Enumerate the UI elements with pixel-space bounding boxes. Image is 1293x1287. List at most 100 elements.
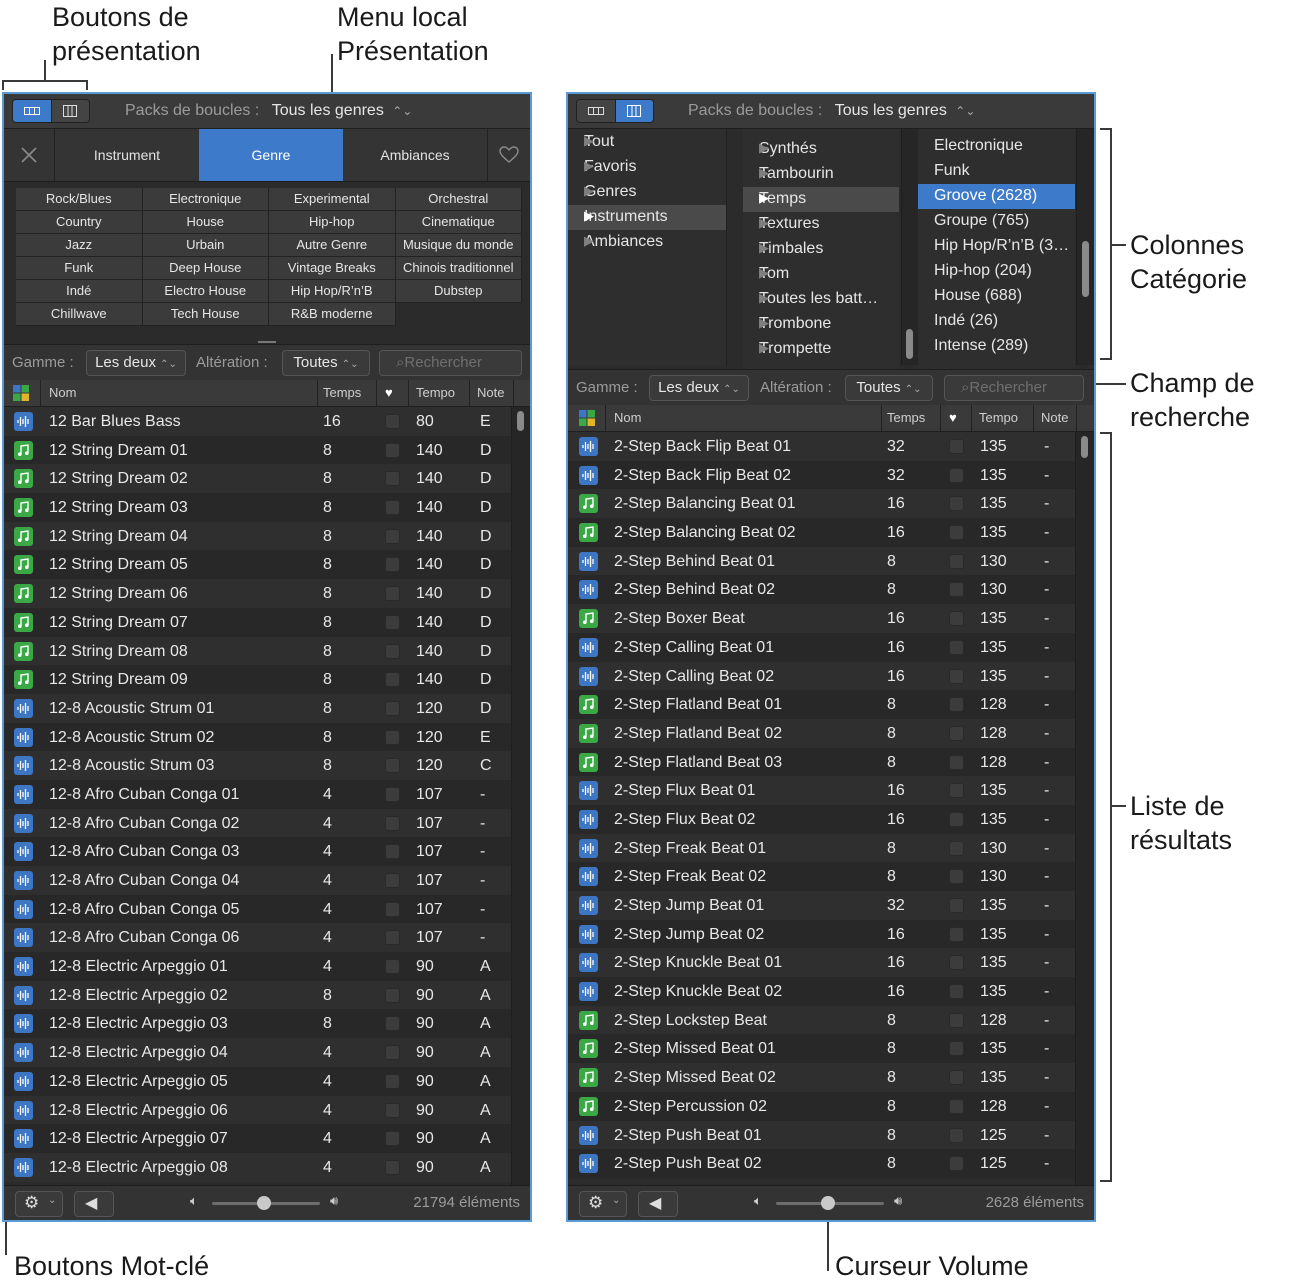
category-item[interactable]: Instruments ▶ <box>568 205 726 230</box>
category-item[interactable]: Trompette ▶ <box>743 337 899 362</box>
table-row[interactable]: 2-Step Behind Beat 02 8 130 - <box>568 575 1076 605</box>
table-row[interactable]: 12-8 Electric Arpeggio 05 4 90 A <box>4 1066 512 1096</box>
favorite-checkbox[interactable] <box>949 754 964 770</box>
favorite-checkbox[interactable] <box>949 1156 964 1172</box>
keyword-button[interactable]: Autre Genre <box>269 234 396 257</box>
search-field[interactable]: ⌕Rechercher <box>379 350 522 376</box>
table-row[interactable]: 12-8 Electric Arpeggio 04 4 90 A <box>4 1038 512 1067</box>
favorite-checkbox[interactable] <box>385 442 400 458</box>
favorite-checkbox[interactable] <box>949 984 964 1000</box>
keyword-button[interactable]: Electro House <box>142 280 269 303</box>
favorite-checkbox[interactable] <box>385 1045 400 1061</box>
table-row[interactable]: 12-8 Electric Arpeggio 02 8 90 A <box>4 980 512 1010</box>
category-item[interactable]: Intense (289) <box>918 334 1075 359</box>
table-row[interactable]: 2-Step Boxer Beat 16 135 - <box>568 604 1076 633</box>
table-row[interactable]: 2-Step Balancing Beat 02 16 135 - <box>568 518 1076 547</box>
table-row[interactable]: 2-Step Flux Beat 01 16 135 - <box>568 776 1076 805</box>
favorite-checkbox[interactable] <box>385 700 400 716</box>
keyword-button[interactable]: Cinematique <box>395 211 522 234</box>
search-field[interactable]: ⌕Rechercher <box>944 375 1084 401</box>
scroll-thumb[interactable] <box>906 329 913 359</box>
favorite-checkbox[interactable] <box>385 873 400 888</box>
favorite-checkbox[interactable] <box>949 955 964 971</box>
table-row[interactable]: 12-8 Electric Arpeggio 06 4 90 A <box>4 1095 512 1125</box>
table-row[interactable]: 2-Step Knuckle Beat 01 16 135 - <box>568 948 1076 978</box>
favorite-checkbox[interactable] <box>385 1159 400 1175</box>
column-scrollbar[interactable] <box>1076 129 1094 365</box>
keyword-button[interactable]: R&B moderne <box>269 303 396 326</box>
table-row[interactable]: 12 Bar Blues Bass 16 80 E <box>4 407 512 436</box>
table-row[interactable]: 12-8 Electric Arpeggio 08 4 90 A <box>4 1152 512 1182</box>
keyword-button[interactable]: Jazz <box>16 234 143 257</box>
column-view-button[interactable] <box>50 100 90 122</box>
table-row[interactable]: 2-Step Behind Beat 01 8 130 - <box>568 546 1076 576</box>
volume-slider-knob[interactable] <box>821 1196 835 1210</box>
favorite-checkbox[interactable] <box>385 1016 400 1032</box>
category-item[interactable]: Hip-hop (204) <box>918 259 1075 284</box>
column-tempo[interactable]: Tempo <box>979 410 1018 425</box>
table-row[interactable]: 12-8 Afro Cuban Conga 03 4 107 - <box>4 837 512 866</box>
keyword-button[interactable]: Musique du monde <box>395 234 522 257</box>
favorite-checkbox[interactable] <box>949 1098 964 1114</box>
favorite-checkbox[interactable] <box>949 1127 964 1143</box>
scroll-thumb[interactable] <box>1082 241 1089 297</box>
table-row[interactable]: 2-Step Jump Beat 02 16 135 - <box>568 919 1076 949</box>
favorite-checkbox[interactable] <box>949 553 964 569</box>
table-row[interactable]: 12-8 Afro Cuban Conga 04 4 107 - <box>4 866 512 895</box>
preview-speaker-button[interactable]: ◀︎ <box>638 1191 678 1217</box>
table-row[interactable]: 12 String Dream 04 8 140 D <box>4 521 512 551</box>
loop-packs-menu[interactable]: Packs de boucles : Tous les genres ⌃⌄ <box>688 94 975 128</box>
action-menu-button[interactable]: ⚙ ⌄ <box>579 1191 627 1217</box>
keyword-button[interactable]: Dubstep <box>395 280 522 303</box>
favorite-checkbox[interactable] <box>949 926 964 942</box>
category-item[interactable]: Genres ▶ <box>568 180 726 205</box>
category-item[interactable]: Toutes les batt… ▶ <box>743 287 899 312</box>
keyword-button[interactable]: Urbain <box>142 234 269 257</box>
column-name[interactable]: Nom <box>614 410 641 425</box>
category-item[interactable]: Indé (26) <box>918 309 1075 334</box>
scale-popup[interactable]: Les deux ⌃⌄ <box>86 350 186 376</box>
favorite-checkbox[interactable] <box>949 697 964 713</box>
favorite-checkbox[interactable] <box>385 557 400 573</box>
table-row[interactable]: 12-8 Electric Arpeggio 01 4 90 A <box>4 952 512 981</box>
column-name[interactable]: Nom <box>49 385 76 400</box>
favorite-checkbox[interactable] <box>385 844 400 860</box>
table-row[interactable]: 2-Step Calling Beat 02 16 135 - <box>568 661 1076 691</box>
category-item[interactable]: Temps ▶ <box>743 187 899 212</box>
table-row[interactable]: 2-Step Lockstep Beat 8 128 - <box>568 1005 1076 1035</box>
table-row[interactable]: 2-Step Missed Beat 01 8 135 - <box>568 1034 1076 1064</box>
favorite-checkbox[interactable] <box>385 614 400 630</box>
favorite-checkbox[interactable] <box>949 1070 964 1086</box>
keyword-button[interactable]: Funk <box>16 257 143 280</box>
results-scrollbar[interactable] <box>1075 432 1094 1188</box>
favorite-checkbox[interactable] <box>385 786 400 802</box>
category-item[interactable]: Groove (2628) <box>918 184 1075 209</box>
table-row[interactable]: 2-Step Flatland Beat 03 8 128 - <box>568 747 1076 777</box>
tab-ambiances[interactable]: Ambiances <box>343 129 487 181</box>
keyword-button[interactable]: Orchestral <box>395 188 522 211</box>
table-row[interactable]: 12-8 Afro Cuban Conga 01 4 107 - <box>4 779 512 809</box>
favorite-checkbox[interactable] <box>949 869 964 885</box>
table-row[interactable]: 2-Step Missed Beat 02 8 135 - <box>568 1063 1076 1092</box>
favorite-checkbox[interactable] <box>385 729 400 745</box>
favorite-checkbox[interactable] <box>385 500 400 516</box>
favorite-checkbox[interactable] <box>385 586 400 602</box>
favorite-checkbox[interactable] <box>949 668 964 684</box>
table-row[interactable]: 12-8 Afro Cuban Conga 06 4 107 - <box>4 923 512 953</box>
table-row[interactable]: 12-8 Acoustic Strum 03 8 120 C <box>4 751 512 780</box>
scroll-thumb[interactable] <box>1081 436 1088 458</box>
keyword-button[interactable]: Hip Hop/R’n’B <box>269 280 396 303</box>
keyword-button[interactable]: Hip-hop <box>269 211 396 234</box>
category-item[interactable]: Funk <box>918 159 1075 184</box>
category-item[interactable]: Tout ▶ <box>568 130 726 155</box>
favorite-checkbox[interactable] <box>385 815 400 831</box>
favorite-checkbox[interactable] <box>949 1012 964 1028</box>
favorite-checkbox[interactable] <box>385 959 400 975</box>
column-scrollbar[interactable] <box>901 129 918 365</box>
favorite-checkbox[interactable] <box>385 987 400 1003</box>
category-item[interactable]: Favoris ▶ <box>568 155 726 180</box>
category-item[interactable]: Electronique <box>918 134 1075 159</box>
table-row[interactable]: 2-Step Freak Beat 02 8 130 - <box>568 862 1076 891</box>
table-row[interactable]: 2-Step Freak Beat 01 8 130 - <box>568 833 1076 863</box>
category-item[interactable]: Groupe (765) <box>918 209 1075 234</box>
